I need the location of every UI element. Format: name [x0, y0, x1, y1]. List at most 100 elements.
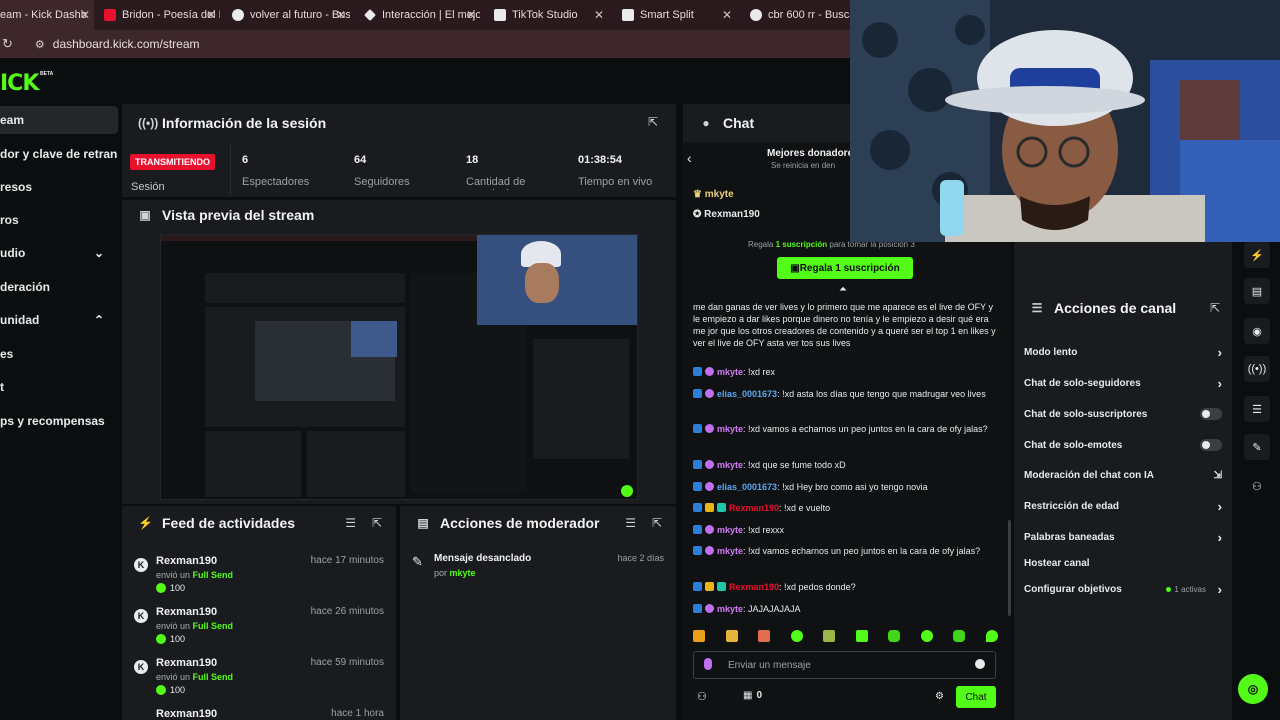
close-icon[interactable]: ✕ [466, 8, 476, 22]
chat-input[interactable]: Enviar un mensaje [693, 651, 996, 679]
chevron-right-icon: › [1217, 498, 1222, 514]
goals-active-count: 1 activas [1166, 585, 1206, 594]
emotes-only-action[interactable]: Chat de solo-emotes [1024, 434, 1222, 456]
sidebar-item-label: ros [0, 213, 19, 227]
panel-header: ((•)) Información de la sesión [122, 104, 676, 142]
chat-bubble-icon[interactable]: ◉ [1244, 318, 1270, 344]
popout-icon[interactable]: ⇱ [372, 516, 382, 530]
lightning-icon[interactable]: ⚡ [1244, 242, 1270, 268]
wrench-icon[interactable]: ✎ [1244, 434, 1270, 460]
youtube-icon [104, 9, 116, 21]
browser-tab[interactable]: eam - Kick Dashb ✕ [0, 0, 94, 30]
close-icon[interactable]: ✕ [80, 8, 90, 22]
emote-icon[interactable] [758, 630, 771, 642]
popout-icon[interactable]: ⇱ [652, 516, 662, 530]
users-icon[interactable]: ⚇ [697, 690, 707, 703]
emotes-only-toggle[interactable] [1200, 439, 1222, 451]
sidebar-item-payouts[interactable]: resos [0, 173, 118, 201]
sidebar-item-others[interactable]: ros [0, 206, 118, 234]
sidebar-item-rewards[interactable]: ps y recompensas [0, 407, 118, 435]
close-icon[interactable]: ✕ [722, 8, 732, 22]
sidebar-item-bot[interactable]: t [0, 373, 118, 401]
sidebar-item-moderation[interactable]: deración [0, 273, 118, 301]
url-field[interactable]: dashboard.kick.com/stream [53, 37, 200, 51]
collapse-icon[interactable]: ⏶ [839, 284, 847, 295]
users-icon[interactable]: ⚇ [1252, 480, 1262, 493]
emote-icon[interactable] [790, 630, 803, 642]
browser-tab[interactable]: TikTok Studio ✕ [486, 0, 608, 30]
points-icon: ▦ [743, 690, 753, 701]
broadcast-icon[interactable]: ((•)) [1244, 356, 1270, 382]
emote-icon[interactable] [920, 630, 933, 642]
tab-label: cbr 600 rr - Buscar c [768, 9, 850, 21]
sidebar-item-studio[interactable]: udio ⌄ [0, 239, 118, 267]
subscribers-only-action[interactable]: Chat de solo-suscriptores [1024, 403, 1222, 425]
preview-cam [351, 321, 397, 357]
document-icon[interactable]: ▤ [1244, 278, 1270, 304]
site-info-icon[interactable]: ⚙ [35, 38, 45, 51]
feed-time: hace 59 minutos [310, 657, 384, 668]
feed-user[interactable]: Rexman190 [156, 555, 217, 567]
preview-mod [307, 431, 405, 497]
close-icon[interactable]: ✕ [594, 8, 604, 22]
chat-scrollbar[interactable] [1008, 520, 1011, 616]
external-link-icon: ⇲ [1213, 469, 1222, 481]
feed-user[interactable]: Rexman190 [156, 657, 217, 669]
age-restriction-action[interactable]: Restricción de edad › [1024, 495, 1222, 517]
emote-icon[interactable] [725, 630, 738, 642]
emote-icon[interactable] [855, 630, 868, 642]
stream-preview-video[interactable] [160, 234, 638, 500]
browser-tab[interactable]: Bridon - Poesía del P ✕ [96, 0, 220, 30]
sidebar-item-stream[interactable]: eam [0, 106, 118, 134]
emote-icon[interactable] [953, 630, 966, 642]
preview-panel [205, 273, 405, 303]
browser-tab[interactable]: Interacción | El mejor ✕ [356, 0, 480, 30]
feed-time: hace 17 minutos [310, 555, 384, 566]
gift-subscription-button[interactable]: ▣ Regala 1 suscripción [777, 257, 913, 279]
divider [230, 144, 231, 194]
popout-icon[interactable]: ⇱ [1210, 301, 1220, 315]
reload-icon[interactable]: ↻ [2, 36, 13, 52]
popout-icon[interactable]: ⇱ [648, 115, 658, 129]
browser-tab[interactable]: volver al futuro - Bus ✕ [224, 0, 350, 30]
sidebar-item-stream-key[interactable]: dor y clave de retransn [0, 140, 118, 168]
google-icon [750, 9, 762, 21]
kick-icon: K [134, 609, 148, 623]
feed-user[interactable]: Rexman190 [156, 708, 217, 720]
chevron-left-icon[interactable]: ‹ [687, 150, 692, 166]
kick-icon: K [134, 558, 148, 572]
emoji-icon[interactable] [975, 659, 985, 669]
emote-icon[interactable] [985, 630, 998, 642]
feed-user[interactable]: Rexman190 [156, 606, 217, 618]
gift-icon: ▣ [790, 262, 800, 274]
browser-tab[interactable]: cbr 600 rr - Buscar c [742, 0, 850, 30]
sidebar-item-community[interactable]: unidad ⌃ [0, 306, 118, 334]
chat-message: mkyte: !xd vamos a echarnos un peo junto… [693, 423, 998, 435]
followers-only-action[interactable]: Chat de solo-seguidores › [1024, 372, 1222, 394]
emote-icon[interactable] [888, 630, 901, 642]
preview-face [525, 263, 559, 303]
channel-points[interactable]: ▦ 0 [743, 690, 762, 701]
ai-moderation-action[interactable]: Moderación del chat con IA ⇲ [1024, 464, 1222, 486]
filter-icon[interactable]: ☰ [625, 516, 636, 530]
kick-logo[interactable]: ICK [0, 71, 39, 96]
send-chat-button[interactable]: Chat [956, 686, 996, 708]
support-icon[interactable]: ◎ [1238, 674, 1268, 704]
browser-tab[interactable]: Smart Split ✕ [614, 0, 736, 30]
emote-icon[interactable] [693, 630, 705, 642]
close-icon[interactable]: ✕ [206, 8, 216, 22]
subscribers-only-toggle[interactable] [1200, 408, 1222, 420]
goals-action[interactable]: Configurar objetivos 1 activas › [1024, 578, 1222, 600]
microphone-icon[interactable] [704, 658, 712, 670]
webcam-image [850, 0, 1280, 242]
sidebar-item-roles[interactable]: es [0, 340, 118, 368]
list-icon[interactable]: ☰ [1244, 396, 1270, 422]
host-channel-action[interactable]: Hostear canal [1024, 552, 1222, 574]
settings-icon[interactable]: ⚙ [935, 691, 944, 702]
close-icon[interactable]: ✕ [336, 8, 346, 22]
filter-icon[interactable]: ☰ [345, 516, 356, 530]
slow-mode-action[interactable]: Modo lento › [1024, 341, 1222, 363]
emote-icon[interactable] [823, 630, 836, 642]
banned-words-action[interactable]: Palabras baneadas › [1024, 526, 1222, 548]
panel-header: ▣ Vista previa del stream [122, 200, 676, 230]
